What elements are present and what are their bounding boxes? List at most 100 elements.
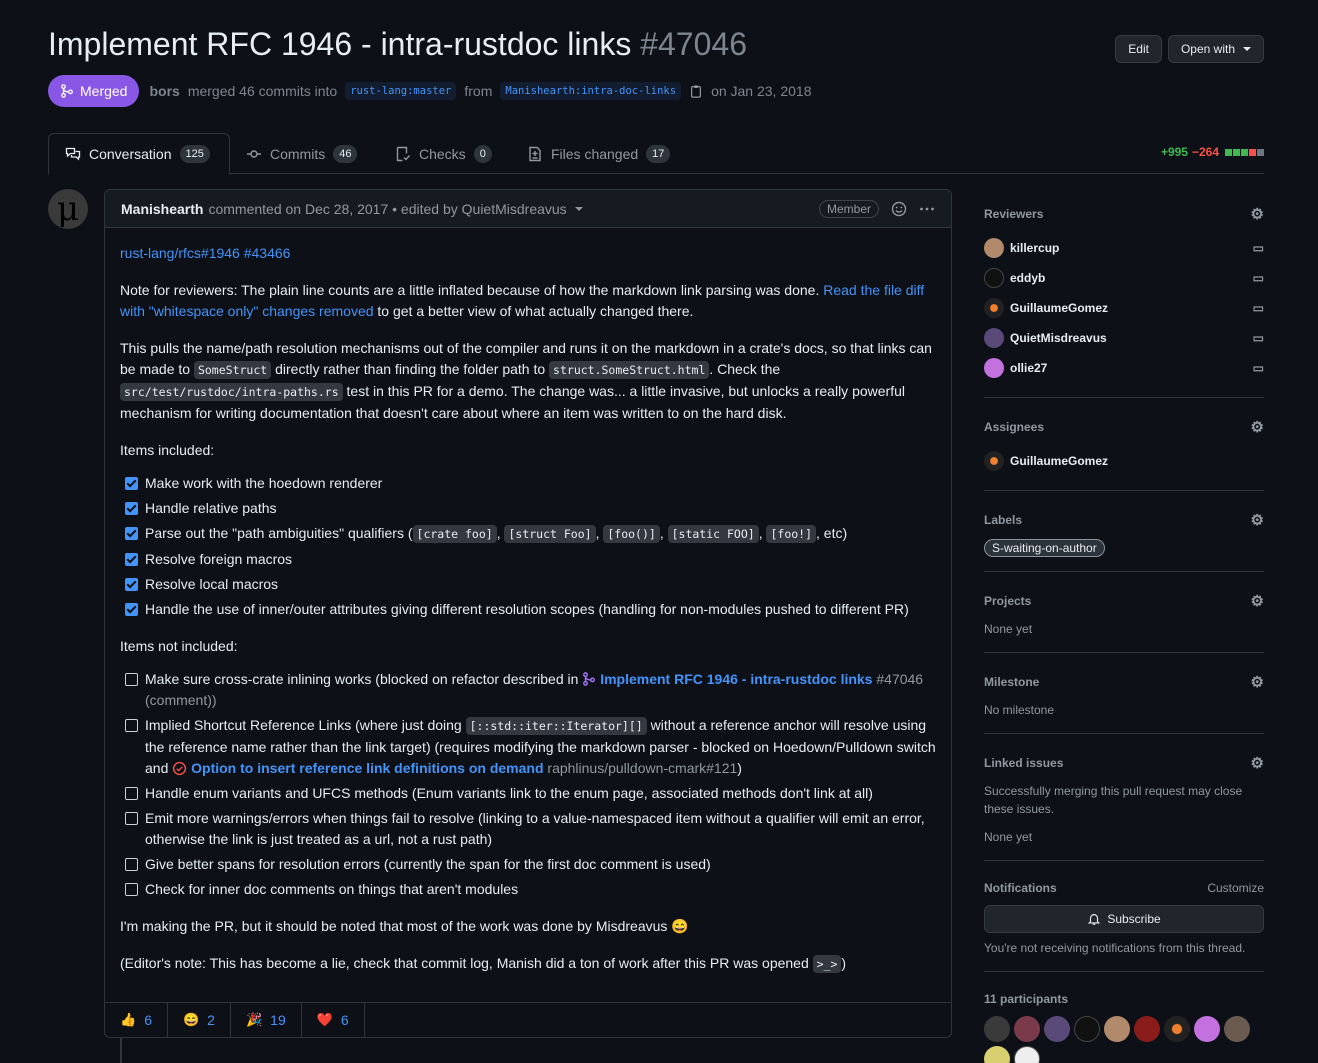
not-included-task-list: Make sure cross-crate inlining works (bl…: [120, 669, 936, 900]
subscribe-button[interactable]: Subscribe: [984, 905, 1264, 933]
checkbox-unchecked[interactable]: [125, 673, 138, 686]
section-title: Reviewers: [984, 207, 1044, 221]
kebab-menu-icon[interactable]: [919, 201, 935, 217]
pr-reference-link[interactable]: Implement RFC 1946 - intra-rustdoc links: [600, 671, 872, 687]
reaction-heart[interactable]: ❤️ 6: [302, 1003, 365, 1037]
avatar[interactable]: [984, 1016, 1010, 1042]
reaction-laugh[interactable]: 😄 2: [168, 1003, 231, 1037]
reviewer-item[interactable]: QuietMisdreavus ▭: [984, 323, 1264, 353]
label-badge[interactable]: S-waiting-on-author: [984, 539, 1105, 557]
checkbox-checked[interactable]: [125, 502, 138, 515]
bell-icon: [1088, 914, 1101, 925]
checkbox-checked[interactable]: [125, 578, 138, 591]
avatar[interactable]: [1194, 1016, 1220, 1042]
avatar[interactable]: [1044, 1016, 1070, 1042]
gear-icon[interactable]: ⚙: [1251, 511, 1264, 529]
comment-reference[interactable]: (comment)): [145, 692, 217, 708]
avatar[interactable]: [1074, 1016, 1100, 1042]
reviewer-item[interactable]: killercup ▭: [984, 233, 1264, 263]
task-text: Handle relative paths: [145, 500, 277, 516]
copy-icon[interactable]: [689, 84, 703, 98]
open-with-button[interactable]: Open with: [1167, 35, 1264, 63]
checkbox-checked[interactable]: [125, 603, 138, 616]
avatar[interactable]: [984, 1046, 1010, 1063]
reaction-hooray[interactable]: 🎉 19: [231, 1003, 302, 1037]
tab-commits[interactable]: Commits 46: [230, 133, 373, 174]
reactions-bar: 👍 6 😄 2 🎉 19 ❤️ 6: [105, 1002, 951, 1037]
task-item: Handle relative paths: [120, 498, 936, 519]
text: ): [841, 955, 847, 971]
gear-icon[interactable]: ⚙: [1251, 592, 1264, 610]
checkbox-unchecked[interactable]: [125, 858, 138, 871]
reviewer-item[interactable]: ollie27 ▭: [984, 353, 1264, 383]
inline-code: [foo!]: [766, 525, 817, 543]
from-text: from: [464, 83, 493, 99]
gear-icon[interactable]: ⚙: [1251, 673, 1264, 691]
merger-link[interactable]: bors: [149, 83, 179, 99]
subscribe-label: Subscribe: [1107, 912, 1161, 926]
checkbox-unchecked[interactable]: [125, 787, 138, 800]
tab-counter: 125: [179, 145, 210, 163]
gear-icon[interactable]: ⚙: [1251, 418, 1264, 436]
deletions-count: −264: [1191, 145, 1219, 159]
comment-icon: ▭: [1252, 271, 1264, 285]
base-branch[interactable]: rust-lang:master: [345, 82, 457, 100]
assignee-item[interactable]: GuillaumeGomez: [984, 446, 1264, 476]
reaction-thumbs-up[interactable]: 👍 6: [105, 1003, 168, 1037]
inline-code: SomeStruct: [193, 361, 272, 379]
head-branch[interactable]: Manishearth:intra-doc-links: [500, 82, 682, 100]
task-text: Resolve local macros: [145, 576, 279, 592]
reviewer-item[interactable]: GuillaumeGomez ▭: [984, 293, 1264, 323]
merged-state-badge: Merged: [48, 75, 140, 107]
avatar[interactable]: [1164, 1016, 1190, 1042]
add-reaction-icon[interactable]: [891, 201, 907, 217]
task-text: Make work with the hoedown renderer: [145, 475, 383, 491]
tab-counter: 46: [333, 144, 358, 163]
credit-paragraph: I'm making the PR, but it should be note…: [120, 918, 689, 934]
avatar[interactable]: [1014, 1016, 1040, 1042]
tab-files-changed[interactable]: Files changed 17: [511, 133, 686, 174]
checkbox-checked[interactable]: [125, 553, 138, 566]
text: to get a better view of what actually ch…: [377, 303, 694, 319]
gear-icon[interactable]: ⚙: [1251, 205, 1264, 223]
comment-icon: ▭: [1252, 301, 1264, 315]
customize-link[interactable]: Customize: [1207, 881, 1264, 895]
issue-reference-link[interactable]: Option to insert reference link definiti…: [191, 760, 543, 776]
reaction-count: 6: [144, 1012, 152, 1028]
edit-button[interactable]: Edit: [1115, 35, 1162, 63]
edit-history-caret-icon[interactable]: [574, 206, 583, 211]
comment-header-text: commented on Dec 28, 2017 • edited by Qu…: [208, 200, 567, 217]
text: . Check the: [709, 361, 781, 377]
checkbox-unchecked[interactable]: [125, 719, 138, 732]
open-with-label: Open with: [1180, 42, 1235, 56]
checkbox-unchecked[interactable]: [125, 883, 138, 896]
author-avatar[interactable]: μ: [48, 189, 88, 229]
avatar: [984, 238, 1004, 258]
comment-icon: ▭: [1252, 331, 1264, 345]
comment-author[interactable]: Manishearth: [121, 201, 203, 217]
issue-links[interactable]: rust-lang/rfcs#1946 #43466: [120, 245, 290, 261]
avatar[interactable]: [1134, 1016, 1160, 1042]
gear-icon[interactable]: ⚙: [1251, 754, 1264, 772]
inline-code: src/test/rustdoc/intra-paths.rs: [120, 383, 343, 401]
avatar: [984, 451, 1004, 471]
reviewer-name: ollie27: [1010, 361, 1048, 375]
task-item: Resolve foreign macros: [120, 549, 936, 570]
pr-number: #47046: [640, 26, 747, 62]
reviewer-item[interactable]: eddyb ▭: [984, 263, 1264, 293]
tab-checks[interactable]: Checks 0: [379, 133, 508, 174]
avatar[interactable]: [1014, 1046, 1040, 1063]
state-label: Merged: [80, 83, 128, 99]
task-item: Handle enum variants and UFCS methods (E…: [120, 783, 936, 804]
checkbox-checked[interactable]: [125, 527, 138, 540]
avatar[interactable]: [1104, 1016, 1130, 1042]
issue-closed-icon: [173, 761, 187, 776]
pr-title-text: Implement RFC 1946 - intra-rustdoc links: [48, 26, 632, 62]
linked-issues-value: None yet: [984, 830, 1033, 844]
reviewers-section: Reviewers ⚙ killercup ▭ eddyb ▭ GuillaumeGo…: [984, 199, 1264, 398]
milestone-section: Milestone ⚙ No milestone: [984, 667, 1264, 734]
checkbox-unchecked[interactable]: [125, 812, 138, 825]
tab-conversation[interactable]: Conversation 125: [48, 133, 230, 175]
avatar[interactable]: [1224, 1016, 1250, 1042]
checkbox-checked[interactable]: [125, 477, 138, 490]
